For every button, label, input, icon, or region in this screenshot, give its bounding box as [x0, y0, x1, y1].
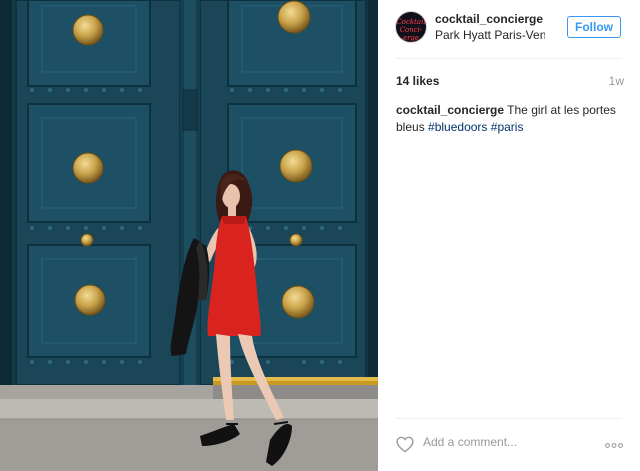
- post-sidebar: Cocktail Conci-erge cocktail_concierge Pa…: [378, 0, 640, 471]
- post-caption: cocktail_concierge The girl at les porte…: [396, 102, 622, 136]
- hashtag-paris[interactable]: #paris: [491, 120, 524, 134]
- avatar-logo-text: Cocktail Conci-erge: [396, 18, 426, 42]
- follow-button[interactable]: Follow: [567, 16, 621, 38]
- comment-bar: Add a comment...: [378, 418, 640, 471]
- hashtag-bluedoors[interactable]: #bluedoors: [428, 120, 487, 134]
- heart-icon[interactable]: [396, 436, 414, 453]
- post-timestamp[interactable]: 1w: [609, 74, 624, 88]
- caption-username[interactable]: cocktail_concierge: [396, 103, 504, 117]
- comment-input[interactable]: Add a comment...: [423, 435, 517, 449]
- location-link[interactable]: Park Hyatt Paris-Ven...: [435, 28, 545, 42]
- post-header: Cocktail Conci-erge cocktail_concierge Pa…: [378, 0, 640, 58]
- likes-count[interactable]: 14 likes: [396, 74, 439, 88]
- username-link[interactable]: cocktail_concierge: [435, 12, 543, 26]
- avatar[interactable]: Cocktail Conci-erge: [396, 12, 426, 42]
- more-options-icon[interactable]: [605, 443, 623, 448]
- header-divider: [396, 58, 622, 59]
- post-photo[interactable]: [0, 0, 378, 471]
